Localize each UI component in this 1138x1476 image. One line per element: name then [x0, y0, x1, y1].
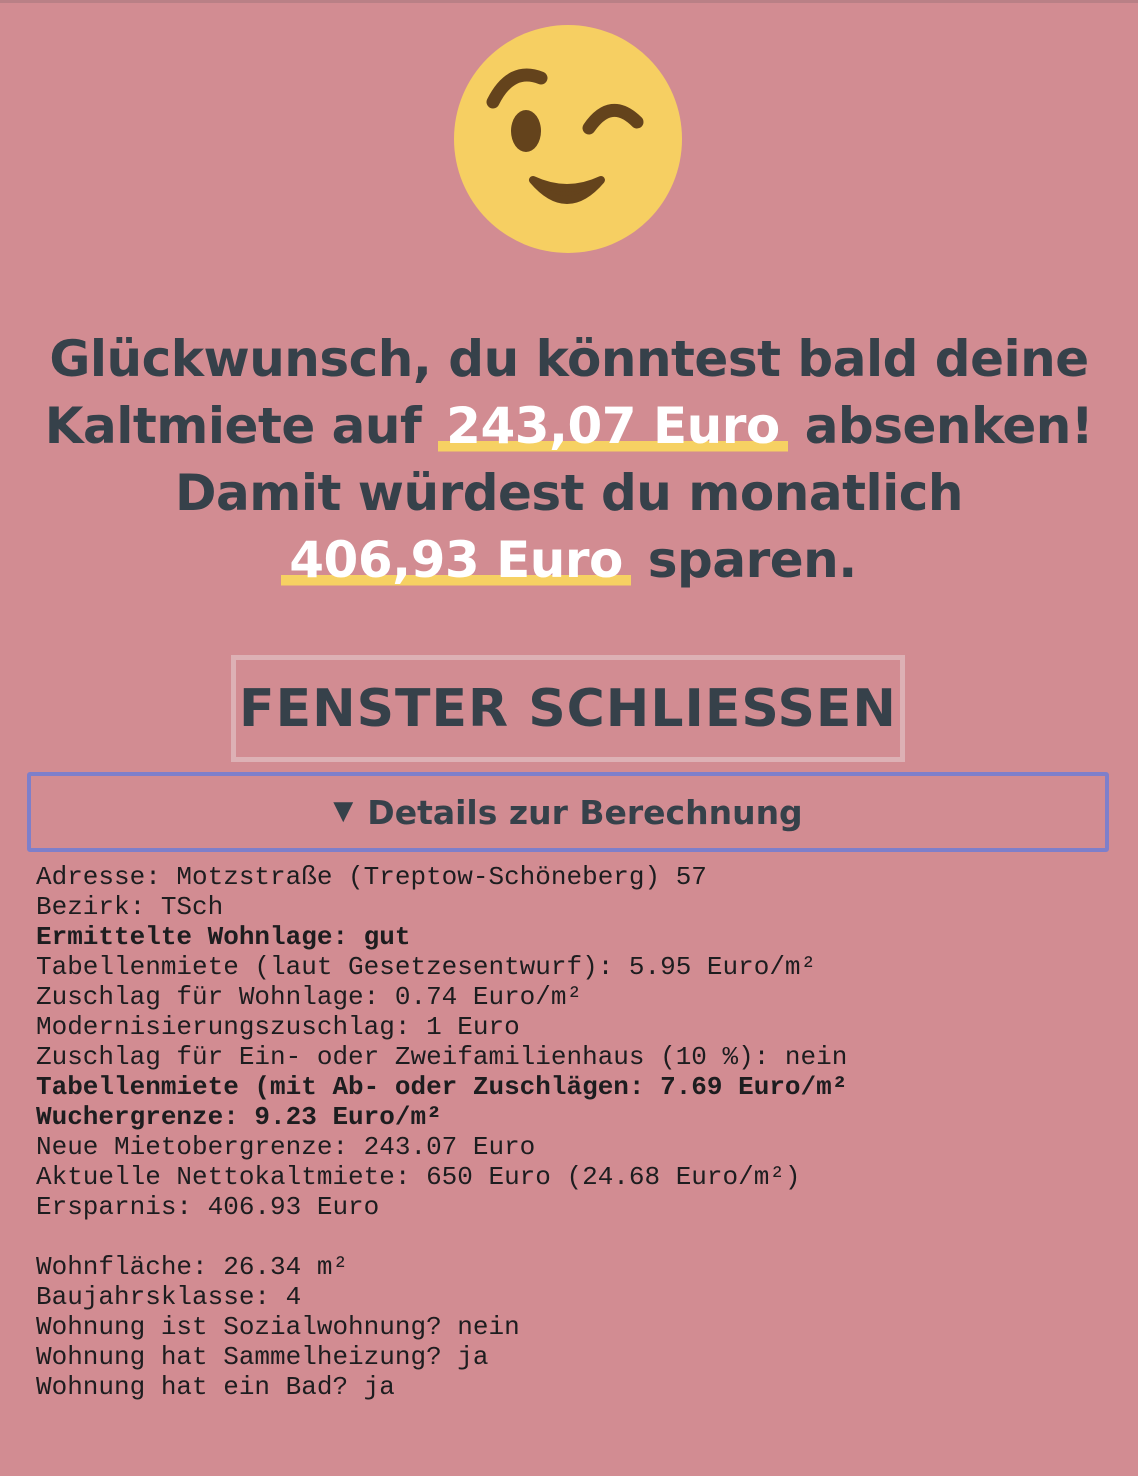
- headline-line-4-suffix: sparen.: [630, 531, 857, 589]
- headline-line-1: Glückwunsch, du könntest bald deine: [49, 330, 1089, 388]
- browser-top-strip: [0, 0, 1138, 3]
- headline-line-4: 406,93 Euro sparen.: [30, 527, 1108, 594]
- detail-address: Adresse: Motzstraße (Treptow-Schöneberg)…: [36, 862, 707, 892]
- headline-line-2: Kaltmiete auf 243,07 Euro absenken!: [30, 393, 1108, 460]
- detail-family-house-surcharge: Zuschlag für Ein- oder Zweifamilienhaus …: [36, 1042, 848, 1072]
- details-summary-toggle[interactable]: ▼ Details zur Berechnung: [27, 772, 1109, 852]
- calculation-details: Adresse: Motzstraße (Treptow-Schöneberg)…: [36, 862, 1116, 1402]
- detail-savings: Ersparnis: 406.93 Euro: [36, 1192, 380, 1222]
- disclosure-triangle-icon: ▼: [333, 796, 354, 826]
- detail-living-area: Wohnfläche: 26.34 m²: [36, 1252, 349, 1282]
- headline-line-2-prefix: Kaltmiete auf: [44, 397, 439, 455]
- headline-line-3: Damit würdest du monatlich: [174, 464, 964, 522]
- detail-adjusted-table-rent: Tabellenmiete (mit Ab- oder Zuschlägen: …: [36, 1072, 848, 1102]
- detail-location-surcharge: Zuschlag für Wohnlage: 0.74 Euro/m²: [36, 982, 583, 1012]
- detail-district: Bezirk: TSch: [36, 892, 224, 922]
- close-window-button[interactable]: FENSTER SCHLIESSEN: [231, 655, 905, 762]
- detail-new-rent-cap: Neue Mietobergrenze: 243.07 Euro: [36, 1132, 536, 1162]
- detail-residential-location: Ermittelte Wohnlage: gut: [36, 922, 411, 952]
- details-summary-label: Details zur Berechnung: [367, 792, 803, 832]
- detail-usury-limit: Wuchergrenze: 9.23 Euro/m²: [36, 1102, 442, 1132]
- new-rent-highlight: 243,07 Euro: [438, 397, 788, 455]
- winking-face-icon: [453, 24, 683, 254]
- detail-spacer: [36, 1222, 1116, 1252]
- detail-central-heating: Wohnung hat Sammelheizung? ja: [36, 1342, 489, 1372]
- detail-bathroom: Wohnung hat ein Bad? ja: [36, 1372, 395, 1402]
- detail-table-rent: Tabellenmiete (laut Gesetzesentwurf): 5.…: [36, 952, 817, 982]
- detail-construction-year-class: Baujahrsklasse: 4: [36, 1282, 302, 1312]
- detail-modernization-surcharge: Modernisierungszuschlag: 1 Euro: [36, 1012, 520, 1042]
- savings-highlight: 406,93 Euro: [281, 531, 631, 589]
- result-headline: Glückwunsch, du könntest bald deine Kalt…: [30, 326, 1108, 594]
- headline-line-2-suffix: absenken!: [787, 397, 1094, 455]
- detail-current-rent: Aktuelle Nettokaltmiete: 650 Euro (24.68…: [36, 1162, 801, 1192]
- detail-social-housing: Wohnung ist Sozialwohnung? nein: [36, 1312, 520, 1342]
